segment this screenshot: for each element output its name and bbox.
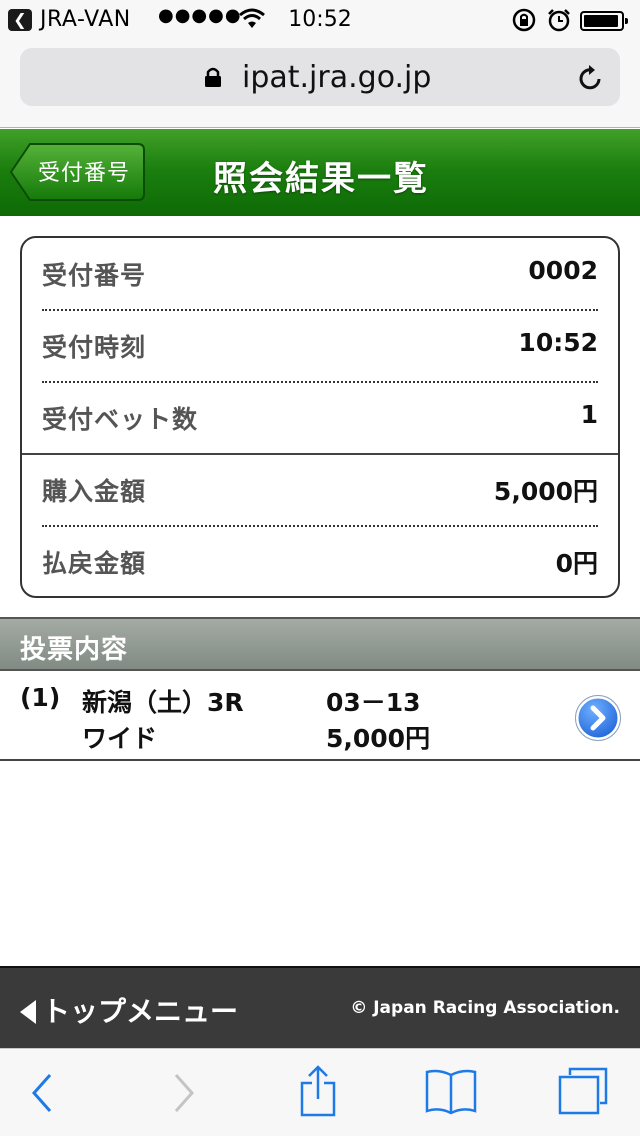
url-text: ipat.jra.go.jp: [242, 60, 432, 95]
summary-value: 10:52: [518, 328, 598, 357]
bet-amount: 5,000円: [326, 724, 431, 753]
back-arrow-icon[interactable]: [28, 1071, 58, 1115]
bet-list-item[interactable]: (1) 新潟（土）3R ワイド 03－13 5,000円: [0, 671, 640, 761]
summary-row-reception-time: 受付時刻 10:52: [42, 310, 598, 380]
section-title: 投票内容: [20, 635, 129, 665]
copyright-text: © Japan Racing Association.: [350, 998, 620, 1018]
status-time: 10:52: [288, 7, 352, 32]
battery-icon: [580, 11, 628, 31]
bet-type: ワイド: [82, 724, 158, 753]
bet-race: 新潟（土）3R: [82, 688, 244, 717]
summary-label: 払戻金額: [42, 549, 147, 578]
summary-value: 0002: [528, 256, 598, 285]
screen: ❮ JRA-VAN ●●●●● 10:52 ipat.jra.go.jp 受付番…: [0, 0, 640, 1136]
address-bar[interactable]: ipat.jra.go.jp: [20, 48, 620, 106]
chevron-right-circle-icon[interactable]: [575, 695, 621, 741]
summary-label: 受付時刻: [42, 333, 147, 362]
padlock-icon: [205, 67, 221, 87]
summary-row-reception-number: 受付番号 0002: [42, 238, 598, 308]
summary-value: 1: [580, 400, 598, 429]
forward-arrow-icon[interactable]: [168, 1071, 198, 1115]
share-icon[interactable]: [298, 1065, 338, 1117]
section-header: 投票内容: [0, 617, 640, 671]
reload-icon[interactable]: [578, 64, 604, 92]
rotation-lock-icon: [512, 8, 536, 32]
tabs-icon[interactable]: [556, 1065, 610, 1117]
summary-row-purchase-amount: 購入金額 5,000円: [42, 454, 598, 524]
summary-label: 受付番号: [42, 261, 147, 290]
summary-value: 0円: [555, 549, 598, 578]
address-bar-area: ipat.jra.go.jp: [0, 40, 640, 128]
browser-toolbar: [0, 1048, 640, 1136]
top-menu-link[interactable]: トップメニュー: [20, 990, 238, 1030]
bet-index: (1): [20, 683, 61, 712]
bet-combination: 03－13: [326, 688, 421, 717]
triangle-left-icon: [20, 1000, 36, 1024]
bookmarks-icon[interactable]: [424, 1067, 478, 1115]
back-button-label: 受付番号: [38, 161, 131, 186]
summary-row-payout-amount: 払戻金額 0円: [42, 526, 598, 596]
summary-card: 受付番号 0002 受付時刻 10:52 受付ベット数 1 購入金額 5,000…: [20, 236, 620, 598]
summary-row-bet-count: 受付ベット数 1: [42, 382, 598, 452]
summary-label: 購入金額: [42, 477, 147, 506]
alarm-icon: [548, 9, 570, 32]
summary-value: 5,000円: [493, 477, 598, 506]
page-title: 照会結果一覧: [213, 159, 429, 199]
summary-label: 受付ベット数: [42, 405, 199, 434]
page-footer: トップメニュー © Japan Racing Association.: [0, 966, 640, 1048]
status-bar: ❮ JRA-VAN ●●●●● 10:52: [0, 0, 640, 40]
top-menu-label: トップメニュー: [42, 995, 239, 1028]
page-header: 受付番号 照会結果一覧: [0, 129, 640, 216]
